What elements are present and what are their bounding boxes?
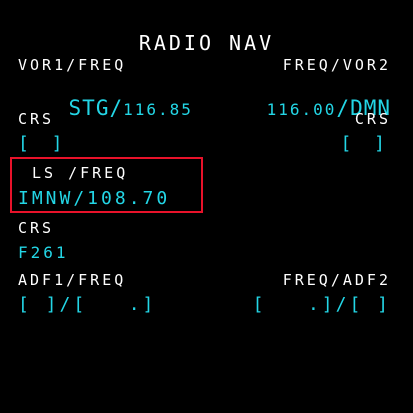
page-title: RADIO NAV	[138, 31, 275, 55]
vor2-frequency: 116.00	[266, 100, 337, 119]
vor1-ident: STG/	[68, 96, 124, 120]
vor1-frequency: 116.85	[123, 100, 193, 119]
vor1-freq-label: VOR1/FREQ	[18, 56, 127, 74]
ls-crs-label: CRS	[18, 219, 55, 237]
adf2-freq-label: FREQ/ADF2	[282, 271, 391, 289]
ls-freq-field[interactable]: IMNW/108.70	[18, 190, 170, 208]
crs-right-label: CRS	[354, 110, 391, 128]
crs-right-field[interactable]: [ ]	[340, 135, 391, 153]
crs-left-label: CRS	[18, 110, 55, 128]
mcdu-screen: RADIO NAV VOR1/FREQ FREQ/VOR2 STG/116.85…	[0, 0, 413, 413]
crs-left-field[interactable]: [ ]	[18, 135, 69, 153]
ls-freq-label: LS /FREQ	[32, 164, 129, 182]
adf2-freq-field[interactable]: [ .]/[ ]	[253, 296, 391, 314]
adf1-freq-field[interactable]: [ ]/[ .]	[18, 296, 156, 314]
ls-crs-value[interactable]: F261	[18, 245, 69, 261]
adf1-freq-label: ADF1/FREQ	[18, 271, 127, 289]
vor2-freq-label: FREQ/VOR2	[282, 56, 391, 74]
